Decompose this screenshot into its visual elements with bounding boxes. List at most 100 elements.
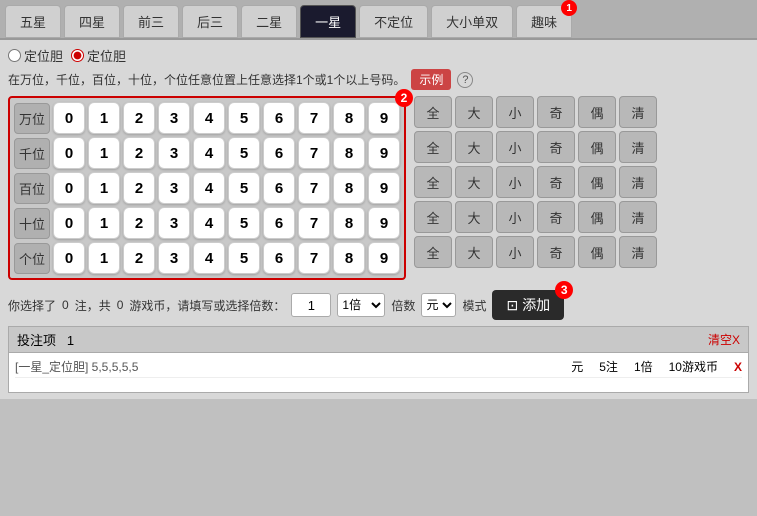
number-button[interactable]: 8 <box>333 172 365 204</box>
number-button[interactable]: 0 <box>53 242 85 274</box>
right-btn-大[interactable]: 大 <box>455 166 493 198</box>
number-button[interactable]: 8 <box>333 242 365 274</box>
right-btn-奇[interactable]: 奇 <box>537 96 575 128</box>
number-button[interactable]: 4 <box>193 172 225 204</box>
right-btn-全[interactable]: 全 <box>414 236 452 268</box>
radio-dingwei[interactable]: 定位胆 <box>8 46 63 65</box>
number-button[interactable]: 3 <box>158 102 190 134</box>
number-button[interactable]: 9 <box>368 207 400 239</box>
right-btn-小[interactable]: 小 <box>496 96 534 128</box>
row-label[interactable]: 万位 <box>14 103 50 134</box>
number-button[interactable]: 6 <box>263 172 295 204</box>
number-button[interactable]: 5 <box>228 207 260 239</box>
clear-button[interactable]: 清空X <box>708 331 740 348</box>
times-select[interactable]: 1倍2倍5倍10倍 <box>337 293 385 317</box>
tab-housan[interactable]: 后三 <box>182 5 238 38</box>
right-btn-清[interactable]: 清 <box>619 236 657 268</box>
row-label[interactable]: 百位 <box>14 173 50 204</box>
number-button[interactable]: 4 <box>193 137 225 169</box>
radio-dingweidan[interactable]: 定位胆 <box>71 46 126 65</box>
number-button[interactable]: 1 <box>88 207 120 239</box>
number-button[interactable]: 1 <box>88 102 120 134</box>
right-btn-奇[interactable]: 奇 <box>537 131 575 163</box>
number-button[interactable]: 6 <box>263 102 295 134</box>
row-label[interactable]: 千位 <box>14 138 50 169</box>
right-btn-全[interactable]: 全 <box>414 131 452 163</box>
row-label[interactable]: 个位 <box>14 243 50 274</box>
help-icon[interactable]: ? <box>457 72 473 88</box>
number-button[interactable]: 4 <box>193 102 225 134</box>
right-btn-奇[interactable]: 奇 <box>537 201 575 233</box>
right-btn-大[interactable]: 大 <box>455 131 493 163</box>
right-btn-全[interactable]: 全 <box>414 166 452 198</box>
number-button[interactable]: 9 <box>368 242 400 274</box>
tab-quwei[interactable]: 趣味 1 <box>516 5 572 38</box>
tab-yixing[interactable]: 一星 <box>300 5 356 38</box>
right-btn-大[interactable]: 大 <box>455 96 493 128</box>
right-btn-偶[interactable]: 偶 <box>578 96 616 128</box>
add-button[interactable]: ⊡ 添加 3 <box>492 290 564 320</box>
right-btn-清[interactable]: 清 <box>619 166 657 198</box>
tab-daxiao[interactable]: 大小单双 <box>431 5 513 38</box>
number-button[interactable]: 0 <box>53 137 85 169</box>
number-button[interactable]: 6 <box>263 207 295 239</box>
number-button[interactable]: 3 <box>158 172 190 204</box>
example-button[interactable]: 示例 <box>411 69 451 90</box>
number-button[interactable]: 4 <box>193 242 225 274</box>
right-btn-小[interactable]: 小 <box>496 131 534 163</box>
number-button[interactable]: 7 <box>298 242 330 274</box>
right-btn-大[interactable]: 大 <box>455 236 493 268</box>
number-button[interactable]: 1 <box>88 137 120 169</box>
tab-qiansan[interactable]: 前三 <box>123 5 179 38</box>
number-button[interactable]: 9 <box>368 137 400 169</box>
number-button[interactable]: 8 <box>333 207 365 239</box>
number-button[interactable]: 3 <box>158 207 190 239</box>
number-button[interactable]: 5 <box>228 102 260 134</box>
number-button[interactable]: 2 <box>123 242 155 274</box>
number-button[interactable]: 7 <box>298 172 330 204</box>
number-button[interactable]: 5 <box>228 172 260 204</box>
number-button[interactable]: 7 <box>298 102 330 134</box>
number-button[interactable]: 7 <box>298 137 330 169</box>
number-button[interactable]: 7 <box>298 207 330 239</box>
number-button[interactable]: 1 <box>88 242 120 274</box>
number-button[interactable]: 3 <box>158 242 190 274</box>
tab-sixing[interactable]: 四星 <box>64 5 120 38</box>
right-btn-偶[interactable]: 偶 <box>578 236 616 268</box>
number-button[interactable]: 5 <box>228 137 260 169</box>
number-button[interactable]: 4 <box>193 207 225 239</box>
number-button[interactable]: 8 <box>333 137 365 169</box>
number-button[interactable]: 3 <box>158 137 190 169</box>
tab-budingwei[interactable]: 不定位 <box>359 5 428 38</box>
bet-remove[interactable]: X <box>734 360 742 374</box>
number-button[interactable]: 1 <box>88 172 120 204</box>
tab-wuxing[interactable]: 五星 <box>5 5 61 38</box>
number-button[interactable]: 0 <box>53 207 85 239</box>
right-btn-奇[interactable]: 奇 <box>537 166 575 198</box>
number-button[interactable]: 2 <box>123 207 155 239</box>
number-button[interactable]: 2 <box>123 137 155 169</box>
right-btn-奇[interactable]: 奇 <box>537 236 575 268</box>
tab-erxing[interactable]: 二星 <box>241 5 297 38</box>
right-btn-偶[interactable]: 偶 <box>578 131 616 163</box>
number-button[interactable]: 6 <box>263 242 295 274</box>
right-btn-清[interactable]: 清 <box>619 131 657 163</box>
right-btn-偶[interactable]: 偶 <box>578 201 616 233</box>
unit-select[interactable]: 元角分 <box>421 293 456 317</box>
number-button[interactable]: 9 <box>368 102 400 134</box>
right-btn-偶[interactable]: 偶 <box>578 166 616 198</box>
number-button[interactable]: 2 <box>123 172 155 204</box>
right-btn-小[interactable]: 小 <box>496 166 534 198</box>
number-button[interactable]: 2 <box>123 102 155 134</box>
radio-dingwei-input[interactable] <box>8 49 21 62</box>
number-button[interactable]: 9 <box>368 172 400 204</box>
right-btn-小[interactable]: 小 <box>496 201 534 233</box>
right-btn-大[interactable]: 大 <box>455 201 493 233</box>
right-btn-小[interactable]: 小 <box>496 236 534 268</box>
number-button[interactable]: 8 <box>333 102 365 134</box>
times-input[interactable] <box>291 293 331 317</box>
right-btn-全[interactable]: 全 <box>414 96 452 128</box>
right-btn-清[interactable]: 清 <box>619 96 657 128</box>
number-button[interactable]: 6 <box>263 137 295 169</box>
row-label[interactable]: 十位 <box>14 208 50 239</box>
